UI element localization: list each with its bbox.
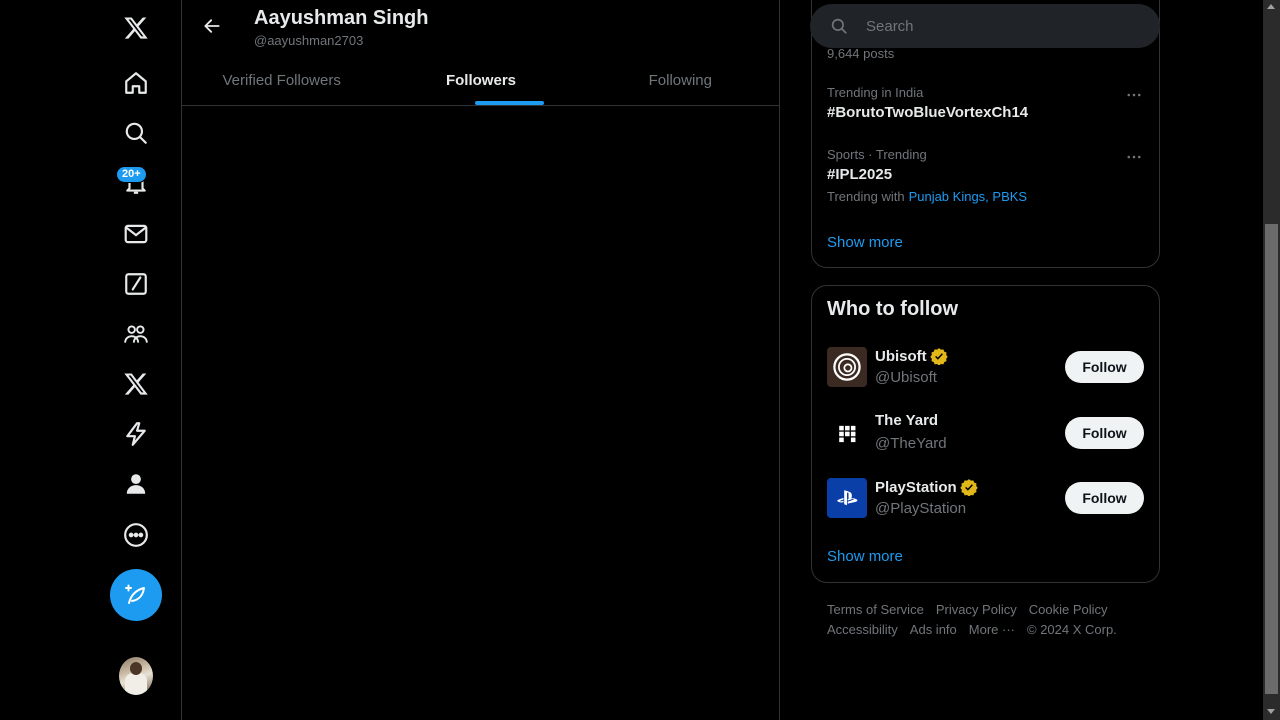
- active-tab-indicator: [475, 101, 545, 105]
- account-avatar[interactable]: [119, 657, 153, 695]
- trending-with-links[interactable]: Punjab Kings, PBKS: [909, 189, 1028, 204]
- account-name[interactable]: Ubisoft: [875, 347, 948, 365]
- footer-links-row-1: Terms of Service Privacy Policy Cookie Pol…: [827, 602, 1120, 617]
- footer-links-row-2: Accessibility Ads info More ··· © 2024 X Co…: [827, 622, 1129, 637]
- more-icon[interactable]: [111, 510, 161, 560]
- footer-link-accessibility[interactable]: Accessibility: [827, 622, 898, 637]
- premium-icon[interactable]: [111, 359, 161, 409]
- page-scrollbar[interactable]: [1263, 0, 1280, 720]
- footer-link-terms[interactable]: Terms of Service: [827, 602, 924, 617]
- verified-orgs-icon[interactable]: [111, 409, 161, 459]
- follow-button[interactable]: Follow: [1065, 417, 1144, 449]
- communities-icon[interactable]: [111, 309, 161, 359]
- trend-title[interactable]: #IPL2025: [827, 166, 892, 183]
- footer-link-privacy[interactable]: Privacy Policy: [936, 602, 1017, 617]
- compose-icon: [125, 584, 145, 604]
- left-nav: 20+: [0, 0, 181, 720]
- playstation-avatar[interactable]: [827, 478, 867, 518]
- trend-post-count: 9,644 posts: [827, 46, 895, 61]
- who-to-follow-show-more-link[interactable]: Show more: [827, 548, 903, 565]
- follow-button[interactable]: Follow: [1065, 351, 1144, 383]
- trends-show-more-link[interactable]: Show more: [827, 234, 903, 251]
- tab-following[interactable]: Following: [581, 55, 780, 105]
- ubisoft-avatar[interactable]: [827, 347, 867, 387]
- account-handle: @TheYard: [875, 435, 947, 452]
- tab-label: Followers: [445, 71, 516, 89]
- scroll-down-arrow-icon[interactable]: [1267, 709, 1275, 714]
- back-arrow-icon: [204, 19, 220, 33]
- explore-icon[interactable]: [111, 108, 161, 158]
- trending-with-label: Trending with: [827, 189, 905, 204]
- grok-icon[interactable]: [111, 259, 161, 309]
- account-handle: @PlayStation: [875, 500, 967, 517]
- account-name-text: PlayStation: [875, 478, 957, 496]
- follow-button[interactable]: Follow: [1065, 482, 1144, 514]
- trend-title[interactable]: #BorutoTwoBlueVortexCh14: [827, 104, 1028, 121]
- more-dots-icon: [1127, 93, 1141, 97]
- search-input[interactable]: [866, 4, 1146, 48]
- more-dots-icon: [1127, 155, 1141, 159]
- profile-name: Aayushman Singh: [254, 7, 429, 29]
- trend-meta: Sports · Trending: [827, 147, 927, 162]
- theyard-logo-icon: [839, 425, 856, 443]
- scrollbar-thumb[interactable]: [1265, 224, 1278, 694]
- search-icon: [831, 18, 847, 34]
- account-name-text: The Yard: [875, 412, 939, 429]
- home-icon[interactable]: [111, 58, 161, 108]
- notification-badge: 20+: [116, 166, 147, 183]
- search-box[interactable]: [810, 4, 1160, 48]
- account-name[interactable]: PlayStation: [875, 478, 978, 496]
- ubisoft-logo-icon: [833, 353, 861, 381]
- footer-link-ads-info[interactable]: Ads info: [910, 622, 957, 637]
- account-name[interactable]: The Yard: [875, 412, 938, 429]
- messages-icon[interactable]: [111, 209, 161, 259]
- account-handle: @Ubisoft: [875, 369, 937, 386]
- trend-more-button[interactable]: [1122, 85, 1146, 105]
- tab-label: Following: [648, 71, 712, 89]
- playstation-logo-icon: [837, 490, 858, 506]
- who-to-follow-title: Who to follow: [827, 298, 959, 320]
- back-button[interactable]: [196, 10, 228, 42]
- footer-link-cookie[interactable]: Cookie Policy: [1029, 602, 1108, 617]
- tab-verified-followers[interactable]: Verified Followers: [182, 55, 381, 105]
- tab-label: Verified Followers: [222, 71, 341, 89]
- footer-link-more[interactable]: More ···: [969, 622, 1015, 637]
- followers-tabs: Verified Followers Followers Following: [182, 55, 780, 106]
- tab-followers[interactable]: Followers: [381, 55, 580, 105]
- trend-meta: Trending in India: [827, 85, 924, 100]
- profile-icon[interactable]: [111, 459, 161, 509]
- scroll-up-arrow-icon[interactable]: [1267, 4, 1275, 9]
- trending-with: Trending with Punjab Kings, PBKS: [827, 189, 1027, 204]
- footer-copyright: © 2024 X Corp.: [1027, 622, 1117, 637]
- account-name-text: Ubisoft: [875, 347, 927, 365]
- theyard-avatar[interactable]: [827, 413, 867, 453]
- verified-badge-icon: [959, 479, 978, 496]
- main-column: Aayushman Singh @aayushman2703 Verified …: [181, 0, 780, 720]
- x-logo-icon[interactable]: [111, 3, 161, 53]
- trend-more-button[interactable]: [1122, 147, 1146, 167]
- verified-badge-icon: [929, 348, 948, 365]
- post-button[interactable]: [110, 569, 162, 621]
- profile-handle: @aayushman2703: [254, 33, 364, 48]
